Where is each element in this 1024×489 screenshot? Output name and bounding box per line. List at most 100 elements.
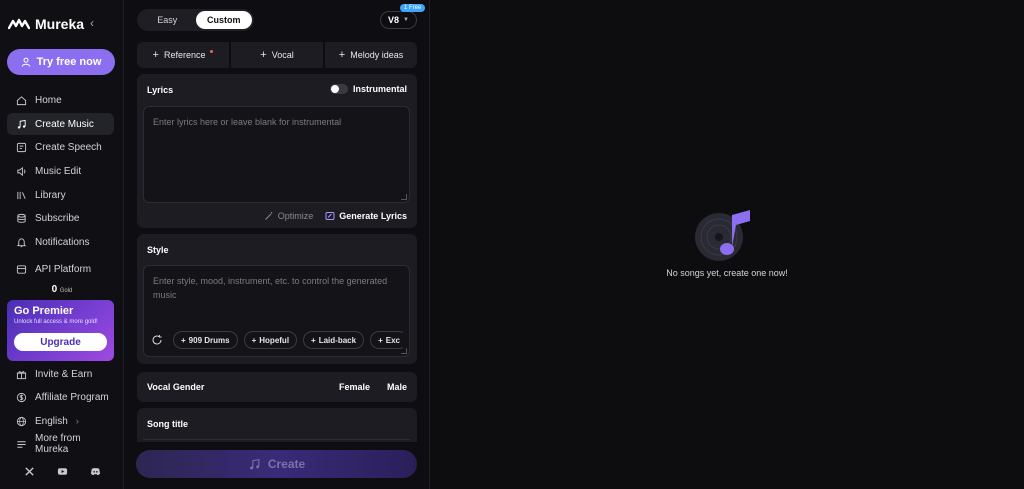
vocal-gender-female[interactable]: Female xyxy=(339,382,370,392)
style-suggestions: +909 Drums + Hopeful + Laid-back + Exc xyxy=(145,331,403,349)
new-indicator-dot xyxy=(210,49,214,53)
version-selector[interactable]: V8 ▼ xyxy=(380,11,417,29)
sidebar-item-label: Library xyxy=(35,189,66,201)
mode-switch: Easy Custom xyxy=(137,9,254,31)
sidebar-item-affiliate-program[interactable]: Affiliate Program xyxy=(7,386,114,408)
style-chip-exc[interactable]: + Exc xyxy=(370,331,403,349)
chip-label: 909 Drums xyxy=(188,335,230,345)
mode-easy-tab[interactable]: Easy xyxy=(139,11,196,29)
collapse-sidebar-icon[interactable]: ‹ xyxy=(90,16,94,30)
songs-panel: No songs yet, create one now! xyxy=(430,0,1024,489)
lyrics-card: Lyrics Instrumental Enter lyrics here or… xyxy=(137,74,417,228)
song-title-input[interactable] xyxy=(143,439,410,442)
lyrics-title: Lyrics xyxy=(147,85,174,95)
sidebar-item-label: Home xyxy=(35,94,62,106)
reference-button[interactable]: + Reference xyxy=(137,42,229,68)
plus-icon: + xyxy=(152,49,159,61)
sidebar-item-api-platform[interactable]: API Platform xyxy=(7,258,114,280)
gift-icon xyxy=(16,370,27,379)
sidebar-item-label: English xyxy=(35,415,68,427)
plus-icon: + xyxy=(378,335,383,345)
music-note-icon xyxy=(17,119,26,129)
chip-label: Hopeful xyxy=(259,335,290,345)
refresh-icon[interactable] xyxy=(151,334,163,346)
subscribe-icon xyxy=(17,213,26,223)
sidebar-item-create-music[interactable]: Create Music xyxy=(7,113,114,135)
optimize-button[interactable]: Optimize xyxy=(264,211,314,221)
brand-logo[interactable]: Mureka xyxy=(8,14,84,34)
sidebar-item-notifications[interactable]: Notifications xyxy=(7,231,114,253)
vocal-button[interactable]: + Vocal xyxy=(231,42,323,68)
style-title: Style xyxy=(147,245,169,255)
sidebar-item-label: Affiliate Program xyxy=(35,391,109,403)
song-title-card: Song title xyxy=(137,408,417,442)
sidebar-item-home[interactable]: Home xyxy=(7,89,114,111)
free-badge: 1 Free xyxy=(400,4,426,12)
sidebar-item-label: Notifications xyxy=(35,236,90,248)
upgrade-button[interactable]: Upgrade xyxy=(14,333,107,351)
try-free-button[interactable]: Try free now xyxy=(7,49,115,75)
sidebar: Mureka ‹ Try free now Home Create Music … xyxy=(0,0,124,489)
user-icon xyxy=(21,57,30,67)
style-card: Style Enter style, mood, instrument, etc… xyxy=(137,234,417,364)
vocal-gender-male[interactable]: Male xyxy=(387,382,407,392)
social-links xyxy=(24,466,101,477)
youtube-icon[interactable] xyxy=(57,466,68,477)
discord-icon[interactable] xyxy=(90,466,101,477)
sidebar-item-label: Invite & Earn xyxy=(35,368,93,380)
mode-custom-tab[interactable]: Custom xyxy=(195,11,252,29)
sidebar-item-music-edit[interactable]: Music Edit xyxy=(7,160,114,182)
gold-amount: 0 xyxy=(51,284,58,295)
instrumental-label: Instrumental xyxy=(352,84,407,94)
reference-label: Reference xyxy=(163,50,206,60)
style-chip-hopeful[interactable]: + Hopeful xyxy=(243,331,298,349)
chip-label: Laid-back xyxy=(318,335,357,345)
sidebar-item-subscribe[interactable]: Subscribe xyxy=(7,207,114,229)
vocal-gender-card: Vocal Gender Female Male xyxy=(137,372,417,402)
plus-icon: + xyxy=(251,335,257,345)
sidebar-item-label: Create Music xyxy=(35,118,94,130)
sidebar-item-label: API Platform xyxy=(35,263,92,275)
magic-wand-icon xyxy=(264,212,272,220)
music-note-icon xyxy=(249,458,260,469)
home-icon xyxy=(16,95,27,105)
style-chip-laid-back[interactable]: + Laid-back xyxy=(303,331,365,349)
melody-ideas-label: Melody ideas xyxy=(350,50,404,60)
chip-label: Exc xyxy=(385,335,400,345)
mureka-wave-logo-icon xyxy=(8,18,30,30)
sidebar-item-label: Music Edit xyxy=(35,165,82,177)
globe-icon xyxy=(16,416,27,426)
vinyl-music-note-icon xyxy=(695,210,750,261)
chevron-right-icon: › xyxy=(75,416,79,426)
x-icon[interactable] xyxy=(24,466,35,477)
reference-tabs: + Reference + Vocal + Melody ideas xyxy=(137,42,417,68)
generate-lyrics-button[interactable]: Generate Lyrics xyxy=(325,211,407,221)
chevron-down-icon: ▼ xyxy=(403,17,409,23)
sidebar-item-create-speech[interactable]: Create Speech xyxy=(7,136,114,158)
create-button[interactable]: Create xyxy=(136,450,417,478)
instrumental-toggle[interactable] xyxy=(329,84,348,94)
lyrics-placeholder: Enter lyrics here or leave blank for ins… xyxy=(153,117,342,127)
melody-ideas-button[interactable]: + Melody ideas xyxy=(325,42,417,68)
gold-balance: 0 Gold xyxy=(0,284,124,295)
sidebar-item-invite-earn[interactable]: Invite & Earn xyxy=(7,363,114,385)
create-label: Create xyxy=(267,457,306,471)
generate-lyrics-icon xyxy=(325,212,335,220)
song-title-label: Song title xyxy=(147,419,188,429)
style-chip-909-drums[interactable]: +909 Drums xyxy=(173,331,238,349)
sidebar-item-language[interactable]: English › xyxy=(7,410,114,432)
vocal-label: Vocal xyxy=(271,50,294,60)
plus-icon: + xyxy=(260,49,267,61)
resize-handle[interactable] xyxy=(401,194,407,200)
sound-edit-icon xyxy=(17,166,26,176)
sidebar-item-library[interactable]: Library xyxy=(7,184,114,206)
brand-name: Mureka xyxy=(35,16,85,32)
speech-icon xyxy=(16,142,27,152)
lyrics-input[interactable]: Enter lyrics here or leave blank for ins… xyxy=(143,106,410,203)
plus-icon: + xyxy=(338,49,346,61)
create-form-panel: Easy Custom V8 ▼ 1 Free + Reference + Vo… xyxy=(124,0,430,489)
optimize-label: Optimize xyxy=(277,211,314,221)
sidebar-item-more-from-mureka[interactable]: More from Mureka xyxy=(7,433,114,455)
dollar-icon xyxy=(16,392,27,402)
sidebar-item-label: Subscribe xyxy=(35,212,80,224)
